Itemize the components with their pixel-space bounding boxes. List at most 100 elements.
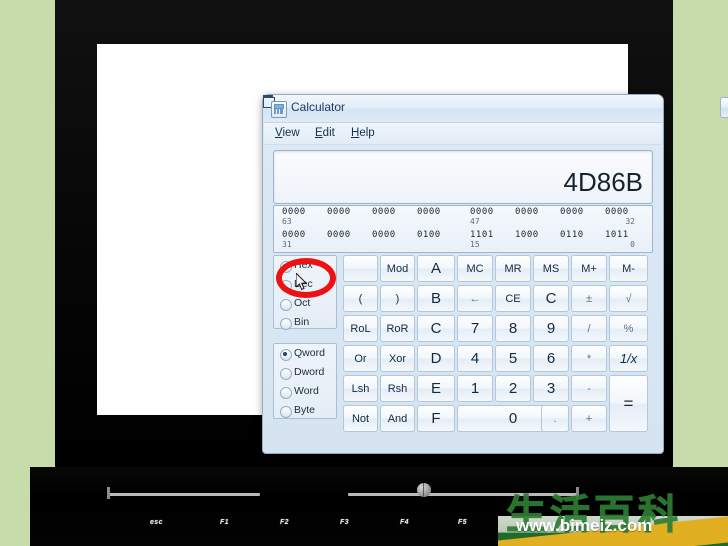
- bit-nibble[interactable]: 0000: [470, 207, 494, 217]
- radio-label: Byte: [294, 404, 316, 416]
- bit-nibble[interactable]: 0000: [327, 207, 351, 217]
- menu-edit[interactable]: Edit: [310, 126, 340, 140]
- radio-dot-icon: [280, 349, 292, 361]
- keyboard-key-f1[interactable]: F1: [220, 519, 229, 526]
- keyboard-key-f2[interactable]: F2: [280, 519, 289, 526]
- menu-edit-rest: dit: [322, 127, 335, 139]
- key-minus[interactable]: -: [571, 375, 607, 402]
- key-ms[interactable]: MS: [533, 255, 569, 282]
- bit-index-right: 32: [625, 217, 635, 226]
- key-xor[interactable]: Xor: [380, 345, 415, 372]
- bit-nibble[interactable]: 0000: [560, 207, 584, 217]
- key-7[interactable]: 7: [457, 315, 493, 342]
- radio-label: Bin: [294, 316, 310, 328]
- bit-nibble[interactable]: 0000: [282, 230, 306, 240]
- hinge-bar-left: [108, 493, 260, 496]
- title-bar: Calculator ✕: [263, 95, 728, 123]
- hinge-knob: [417, 483, 431, 497]
- radio-dot-icon: [280, 318, 292, 330]
- key-c[interactable]: C: [417, 315, 455, 342]
- bit-index-left: 63: [282, 217, 292, 226]
- key-mod[interactable]: Mod: [380, 255, 415, 282]
- radio-label: Word: [294, 385, 319, 397]
- minimize-button[interactable]: [720, 97, 728, 118]
- hinge-knob-line: [423, 483, 424, 497]
- keyboard-key-f3[interactable]: F3: [340, 519, 349, 526]
- key-[interactable]: ←: [457, 285, 493, 312]
- bit-index-mid: 47: [470, 217, 480, 226]
- radio-label: Qword: [294, 347, 325, 359]
- bit-nibble[interactable]: 0000: [282, 207, 306, 217]
- key-[interactable]: .: [541, 405, 569, 432]
- radio-label: Dword: [294, 366, 325, 378]
- keyboard-key-f4[interactable]: F4: [400, 519, 409, 526]
- menu-bar: View Edit Help: [264, 123, 662, 145]
- hinge-cap-left: [107, 487, 110, 499]
- key-f[interactable]: F: [417, 405, 455, 432]
- key-2[interactable]: 2: [495, 375, 531, 402]
- key-lsh[interactable]: Lsh: [343, 375, 378, 402]
- bit-row: 0000 0000 0000 0100 1101 1000 0110 1011 31 15 0: [274, 229, 652, 252]
- key-4[interactable]: 4: [457, 345, 493, 372]
- menu-edit-accel: E: [315, 127, 323, 139]
- key-[interactable]: ±: [571, 285, 607, 312]
- menu-help-rest: elp: [359, 127, 375, 139]
- key-mr[interactable]: MR: [495, 255, 531, 282]
- key-a[interactable]: A: [417, 255, 455, 282]
- key-e[interactable]: E: [417, 375, 455, 402]
- key-[interactable]: ): [380, 285, 415, 312]
- keyboard-key-f5[interactable]: F5: [458, 519, 467, 526]
- bit-nibble[interactable]: 0100: [417, 230, 441, 240]
- key-ce[interactable]: CE: [495, 285, 531, 312]
- menu-help[interactable]: Help: [346, 126, 380, 140]
- calculator-window: Calculator ✕ View Edit Help 4D86B 000000…: [262, 94, 728, 454]
- key-mminus[interactable]: M-: [609, 255, 648, 282]
- radio-dot-icon: [280, 299, 292, 311]
- window-title: Calculator: [291, 100, 346, 114]
- bit-nibble[interactable]: 1000: [515, 230, 539, 240]
- key-5[interactable]: 5: [495, 345, 531, 372]
- bit-nibble[interactable]: 0000: [372, 207, 396, 217]
- key-divide[interactable]: /: [571, 315, 607, 342]
- bit-index-left: 31: [282, 240, 292, 249]
- key-blank: [343, 255, 378, 282]
- bit-nibble[interactable]: 0000: [372, 230, 396, 240]
- key-1dividex[interactable]: 1/x: [609, 345, 648, 372]
- key-plus[interactable]: +: [571, 405, 607, 432]
- key-9[interactable]: 9: [533, 315, 569, 342]
- key-[interactable]: √: [609, 285, 648, 312]
- bit-nibble[interactable]: 1101: [470, 230, 494, 240]
- key-[interactable]: =: [609, 375, 648, 432]
- bit-nibble[interactable]: 0000: [417, 207, 441, 217]
- bit-nibble[interactable]: 0000: [515, 207, 539, 217]
- bit-nibble[interactable]: 1011: [605, 230, 629, 240]
- bit-nibble[interactable]: 0110: [560, 230, 584, 240]
- key-or[interactable]: Or: [343, 345, 378, 372]
- key-[interactable]: (: [343, 285, 378, 312]
- bit-display[interactable]: 0000 0000 0000 0000 0000 0000 0000 0000 63 47 32 00…: [273, 205, 653, 253]
- bit-nibble[interactable]: 0000: [327, 230, 351, 240]
- key-rol[interactable]: RoL: [343, 315, 378, 342]
- menu-view[interactable]: View: [270, 126, 305, 140]
- key-rsh[interactable]: Rsh: [380, 375, 415, 402]
- key-1[interactable]: 1: [457, 375, 493, 402]
- bit-nibble[interactable]: 0000: [605, 207, 629, 217]
- key-3[interactable]: 3: [533, 375, 569, 402]
- key-8[interactable]: 8: [495, 315, 531, 342]
- key-multiply[interactable]: *: [571, 345, 607, 372]
- keyboard-key-esc[interactable]: esc: [150, 519, 163, 526]
- key-b[interactable]: B: [417, 285, 455, 312]
- laptop-lid: Calculator ✕ View Edit Help 4D86B 000000…: [55, 0, 728, 467]
- key-percent[interactable]: %: [609, 315, 648, 342]
- key-ror[interactable]: RoR: [380, 315, 415, 342]
- key-and[interactable]: And: [380, 405, 415, 432]
- radio-dot-icon: [280, 406, 292, 418]
- key-not[interactable]: Not: [343, 405, 378, 432]
- key-mplus[interactable]: M+: [571, 255, 607, 282]
- key-6[interactable]: 6: [533, 345, 569, 372]
- watermark-url: www.bimeiz.com: [516, 516, 653, 535]
- key-d[interactable]: D: [417, 345, 455, 372]
- key-c[interactable]: C: [533, 285, 569, 312]
- key-mc[interactable]: MC: [457, 255, 493, 282]
- display-value: 4D86B: [563, 167, 644, 197]
